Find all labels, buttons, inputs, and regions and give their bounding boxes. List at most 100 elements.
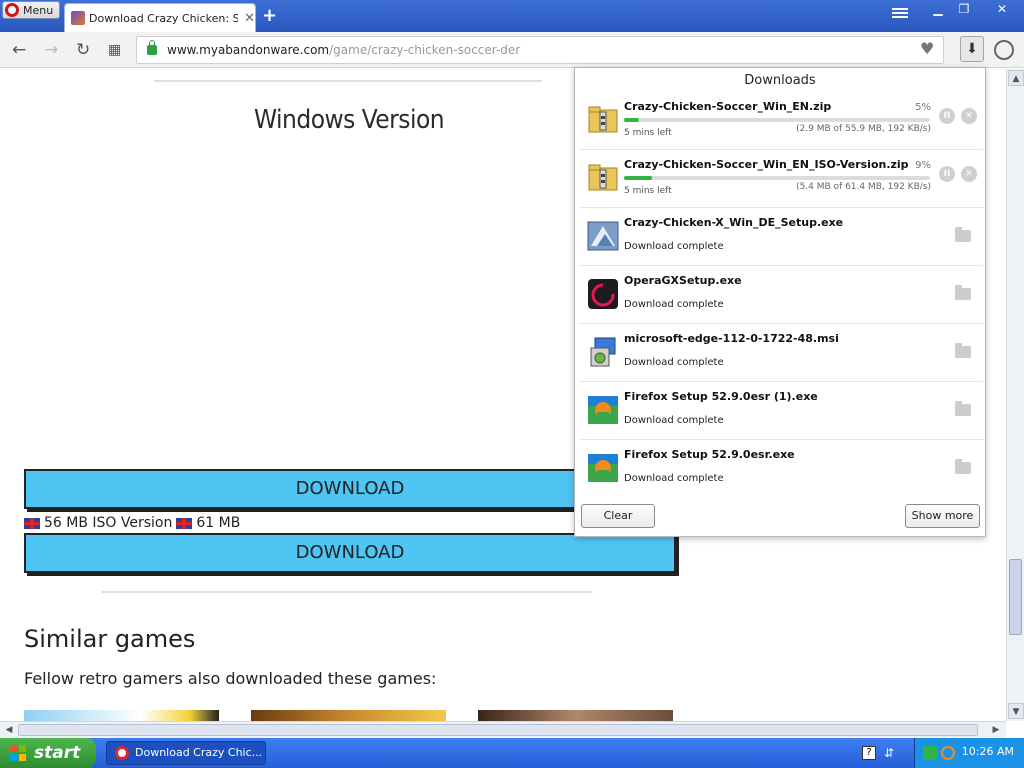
url-field[interactable]: www.myabandonware.com/game/crazy-chicken…	[136, 36, 944, 64]
download-filename: Crazy-Chicken-Soccer_Win_EN.zip	[624, 100, 832, 113]
download-filename: OperaGXSetup.exe	[624, 274, 742, 287]
firefox-setup-icon	[588, 396, 618, 424]
speed-dial-grid-icon[interactable]: ▦	[108, 42, 121, 58]
download-status: Download complete	[624, 357, 724, 368]
scroll-left-arrow-icon[interactable]: ◀	[1, 723, 17, 738]
url-path: /game/crazy-chicken-soccer-der	[329, 43, 521, 57]
download-item[interactable]: microsoft-edge-112-0-1722-48.msi Downloa…	[579, 324, 983, 382]
new-tab-button[interactable]: +	[262, 5, 277, 26]
zip-archive-icon	[588, 164, 618, 191]
help-icon[interactable]: ?	[862, 746, 876, 760]
download-percent: 5%	[915, 102, 931, 113]
cancel-download-icon[interactable]: ✕	[961, 166, 977, 182]
start-label: start	[34, 743, 81, 763]
show-in-folder-icon[interactable]	[955, 343, 971, 358]
secure-lock-icon	[147, 40, 157, 55]
url-domain: www.myabandonware.com	[167, 43, 330, 57]
pause-download-icon[interactable]: II	[939, 166, 955, 182]
opera-menu-button[interactable]: Menu	[2, 1, 60, 19]
download-filename: Crazy-Chicken-Soccer_Win_EN_ISO-Version.…	[624, 158, 909, 171]
zip-archive-icon	[588, 106, 618, 133]
download-status: Download complete	[624, 241, 724, 252]
downloads-panel-title: Downloads	[744, 73, 816, 88]
account-icon[interactable]	[994, 40, 1014, 60]
windows-logo-icon	[10, 745, 26, 761]
download-progress-bar	[624, 176, 930, 180]
scroll-down-arrow-icon[interactable]: ▼	[1008, 703, 1024, 719]
download-item[interactable]: Firefox Setup 52.9.0esr (1).exe Download…	[579, 382, 983, 440]
download-size: (2.9 MB of 55.9 MB, 192 KB/s)	[796, 124, 931, 134]
similar-game-thumbnail[interactable]	[251, 710, 446, 721]
menu-label: Menu	[23, 3, 54, 17]
download-status: Download complete	[624, 299, 724, 310]
uk-flag-icon	[176, 517, 193, 529]
forward-button[interactable]: →	[44, 40, 58, 60]
download-item[interactable]: Crazy-Chicken-Soccer_Win_EN_ISO-Version.…	[579, 150, 983, 208]
download-filename: Crazy-Chicken-X_Win_DE_Setup.exe	[624, 216, 844, 229]
show-more-button[interactable]: Show more	[905, 504, 980, 528]
similar-games-subtitle: Fellow retro gamers also downloaded thes…	[24, 669, 437, 688]
minimize-window-button[interactable]: ▁	[926, 1, 950, 19]
address-toolbar: ← → ↻ ▦ www.myabandonware.com/game/crazy…	[0, 32, 1024, 68]
show-in-folder-icon[interactable]	[955, 227, 971, 242]
page-horizontal-scrollbar[interactable]: ◀ ▶	[0, 721, 1006, 738]
maximize-window-button[interactable]: ❐	[952, 1, 976, 19]
show-in-folder-icon[interactable]	[955, 459, 971, 474]
downloads-panel: Downloads Crazy-Chicken-Soccer_Win_EN.zi…	[574, 67, 986, 537]
msi-installer-icon	[590, 337, 616, 367]
download-item[interactable]: Firefox Setup 52.9.0esr.exe Download com…	[579, 440, 983, 498]
reload-button[interactable]: ↻	[76, 40, 90, 60]
scroll-right-arrow-icon[interactable]: ▶	[988, 723, 1004, 738]
similar-game-thumbnail[interactable]	[24, 710, 219, 721]
close-window-button[interactable]: ✕	[990, 1, 1014, 19]
scrollbar-thumb[interactable]	[1009, 559, 1022, 635]
pause-download-icon[interactable]: II	[939, 108, 955, 124]
opera-logo-icon	[5, 3, 19, 17]
opera-logo-icon	[115, 746, 129, 760]
clear-downloads-button[interactable]: Clear	[581, 504, 655, 528]
easy-setup-icon[interactable]	[890, 6, 910, 22]
search-icon[interactable]	[941, 746, 955, 760]
close-tab-icon[interactable]: ✕	[244, 11, 255, 26]
download-percent: 9%	[915, 160, 931, 171]
download-filename: Firefox Setup 52.9.0esr (1).exe	[624, 390, 818, 403]
divider	[102, 591, 592, 593]
taskbar-window-button[interactable]: Download Crazy Chic...	[106, 741, 266, 765]
start-button[interactable]: start	[0, 738, 96, 768]
download-filename: Firefox Setup 52.9.0esr.exe	[624, 448, 795, 461]
opera-gx-icon	[588, 279, 618, 309]
scroll-up-arrow-icon[interactable]: ▲	[1008, 70, 1024, 86]
show-in-folder-icon[interactable]	[955, 285, 971, 300]
tab-title: Download Crazy Chicken: Soccer	[89, 11, 239, 25]
tab-active[interactable]: Download Crazy Chicken: Soccer ✕	[64, 3, 256, 32]
cancel-download-icon[interactable]: ✕	[961, 108, 977, 124]
windows-taskbar: start Download Crazy Chic... ? ⇵ 10:26 A…	[0, 738, 1024, 768]
back-button[interactable]: ←	[12, 40, 26, 60]
download-size: (5.4 MB of 61.4 MB, 192 KB/s)	[796, 182, 931, 192]
progress-fill	[624, 118, 640, 122]
firefox-setup-icon	[588, 454, 618, 482]
similar-games-heading: Similar games	[24, 625, 196, 653]
bookmark-heart-icon[interactable]: ♥	[920, 39, 934, 58]
download-button-2[interactable]: DOWNLOAD	[24, 533, 676, 573]
download-filename: microsoft-edge-112-0-1722-48.msi	[624, 332, 839, 345]
network-icon[interactable]	[923, 746, 937, 760]
uk-flag-icon	[24, 517, 40, 529]
downloads-button[interactable]: ⬇	[960, 36, 984, 62]
page-vertical-scrollbar[interactable]: ▲ ▼	[1006, 69, 1024, 721]
download-item[interactable]: OperaGXSetup.exe Download complete	[579, 266, 983, 324]
download-status: Download complete	[624, 473, 724, 484]
section-title: Windows Version	[254, 105, 445, 135]
scrollbar-thumb[interactable]	[18, 724, 978, 736]
download-time-left: 5 mins left	[624, 128, 672, 138]
download-status: Download complete	[624, 415, 724, 426]
download-progress-bar	[624, 118, 930, 122]
taskbar-window-label: Download Crazy Chic...	[135, 746, 263, 759]
iso-size-text-2: 61 MB	[196, 515, 241, 531]
show-in-folder-icon[interactable]	[955, 401, 971, 416]
download-item[interactable]: Crazy-Chicken-Soccer_Win_EN.zip 5% 5 min…	[579, 92, 983, 150]
iso-size-text: 56 MB ISO Version	[44, 515, 173, 531]
similar-game-thumbnail[interactable]	[478, 710, 673, 721]
safely-remove-hardware-icon[interactable]: ⇵	[884, 746, 898, 760]
download-item[interactable]: Crazy-Chicken-X_Win_DE_Setup.exe Downloa…	[579, 208, 983, 266]
